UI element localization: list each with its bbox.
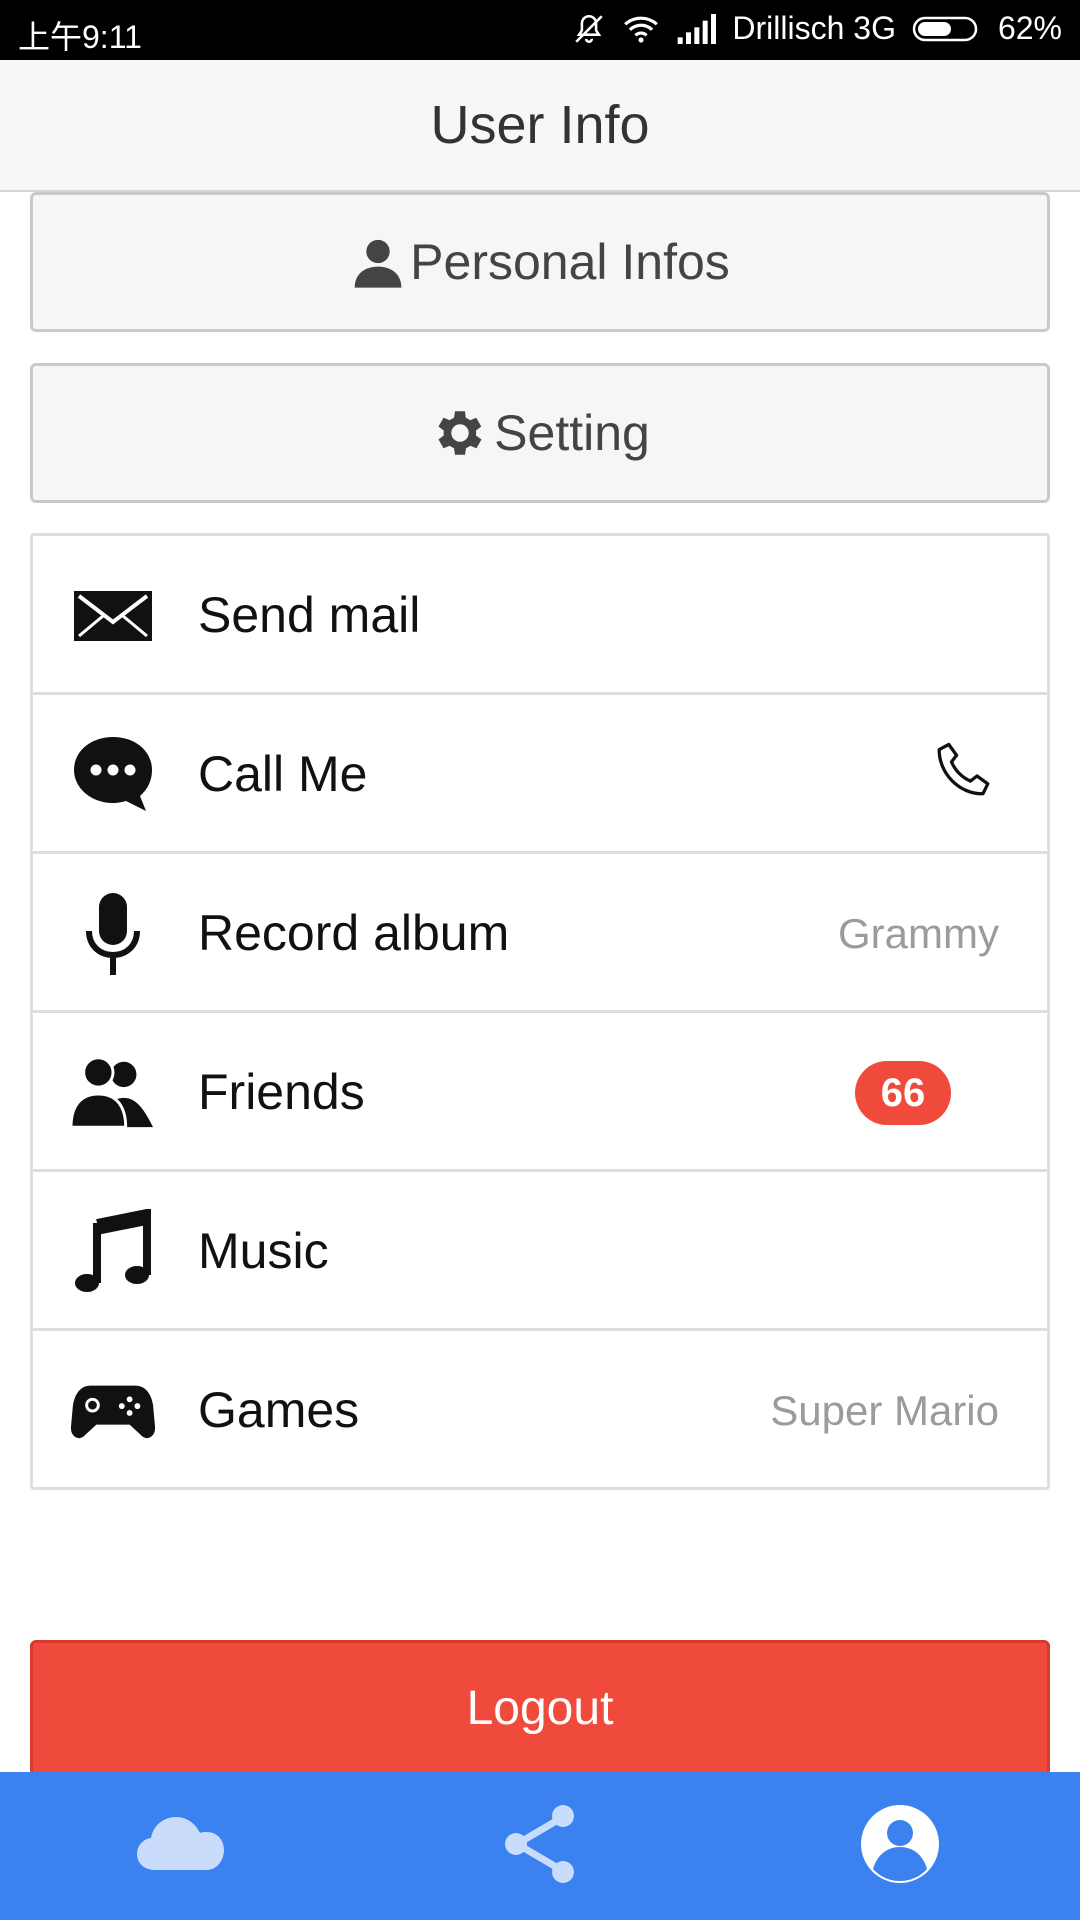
carrier-name: Drillisch 3G xyxy=(732,10,896,46)
personal-infos-button[interactable]: Personal Infos xyxy=(30,192,1050,332)
list-item-label: Friends xyxy=(198,1064,365,1120)
battery-percent: 62% xyxy=(997,10,1062,46)
logout-label: Logout xyxy=(466,1681,614,1735)
list-item-label: Send mail xyxy=(198,587,421,643)
list-item-label: Games xyxy=(198,1382,360,1438)
bell-off-icon xyxy=(572,12,606,46)
setting-label: Setting xyxy=(494,405,650,461)
list-item-label: Record album xyxy=(198,905,510,961)
setting-button[interactable]: Setting xyxy=(30,363,1050,503)
list-item-send-mail[interactable]: Send mail xyxy=(33,536,1047,695)
bottom-tab-bar xyxy=(0,1772,1080,1920)
nav-header: User Info xyxy=(0,60,1080,192)
tab-profile[interactable] xyxy=(800,1772,1000,1920)
list-item-music[interactable]: Music xyxy=(33,1172,1047,1331)
logout-button[interactable]: Logout xyxy=(30,1640,1050,1776)
wifi-icon xyxy=(622,13,660,45)
person-icon xyxy=(350,234,406,290)
tab-share[interactable] xyxy=(440,1772,640,1920)
phone-icon[interactable] xyxy=(929,737,1001,814)
personal-infos-label: Personal Infos xyxy=(410,234,730,290)
cloud-icon xyxy=(135,1814,225,1879)
list-item-label: Call Me xyxy=(198,746,368,802)
list-item-friends[interactable]: Friends 66 xyxy=(33,1013,1047,1172)
list-item-call-me[interactable]: Call Me xyxy=(33,695,1047,854)
gamepad-icon xyxy=(71,1369,155,1453)
status-bar: 上午9:11 Drillisch 3G 62% xyxy=(0,0,1080,60)
list-item-detail: Super Mario xyxy=(770,1387,999,1434)
list-item-games[interactable]: Games Super Mario xyxy=(33,1331,1047,1487)
tab-cloud[interactable] xyxy=(80,1772,280,1920)
chat-bubble-icon xyxy=(71,733,155,817)
page-title: User Info xyxy=(430,95,650,155)
friends-count-badge: 66 xyxy=(855,1061,951,1125)
user-profile-icon xyxy=(859,1803,941,1890)
share-icon xyxy=(501,1803,579,1890)
menu-list: Send mail Call Me Record album Grammy Fr… xyxy=(30,533,1050,1490)
status-icons: Drillisch 3G 62% xyxy=(572,10,1062,47)
microphone-icon xyxy=(71,892,155,976)
gear-icon xyxy=(430,403,490,463)
music-note-icon xyxy=(71,1209,155,1294)
list-item-detail: Grammy xyxy=(838,910,999,957)
battery-icon xyxy=(912,14,982,44)
list-item-label: Music xyxy=(198,1223,329,1279)
envelope-icon xyxy=(71,574,155,658)
friends-icon xyxy=(71,1051,155,1135)
status-time: 上午9:11 xyxy=(18,19,142,55)
signal-icon xyxy=(676,13,717,44)
list-item-record-album[interactable]: Record album Grammy xyxy=(33,854,1047,1013)
